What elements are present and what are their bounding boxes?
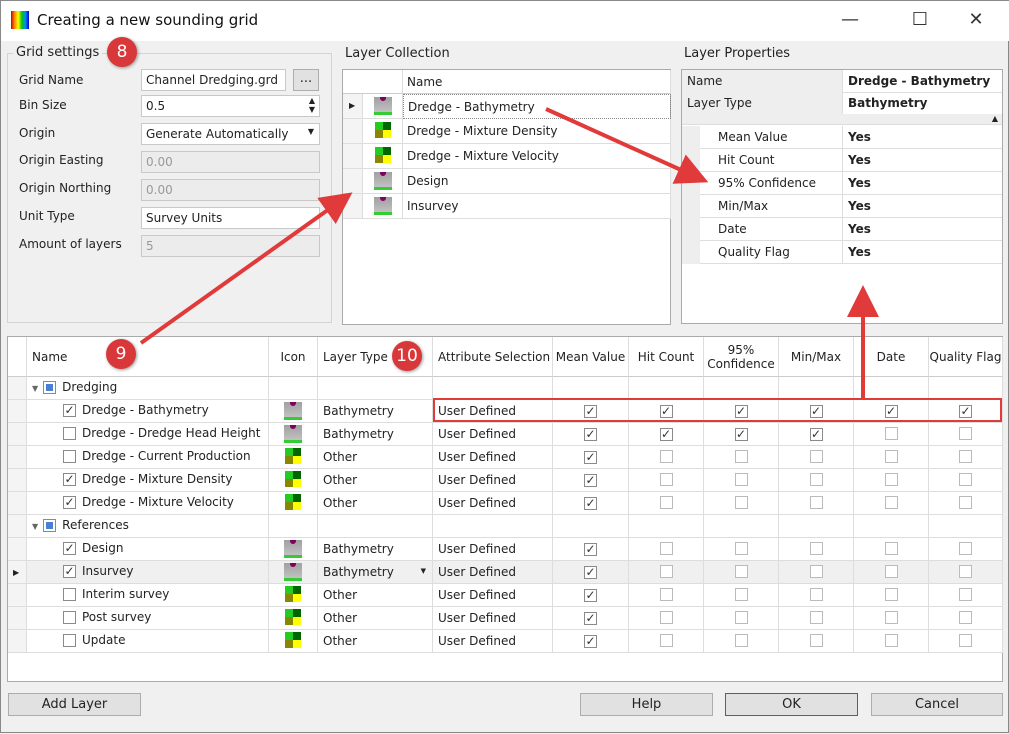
- arrow-to-collection: [139, 192, 353, 345]
- arrow-to-properties: [545, 107, 709, 184]
- annotation-arrows: [139, 107, 879, 398]
